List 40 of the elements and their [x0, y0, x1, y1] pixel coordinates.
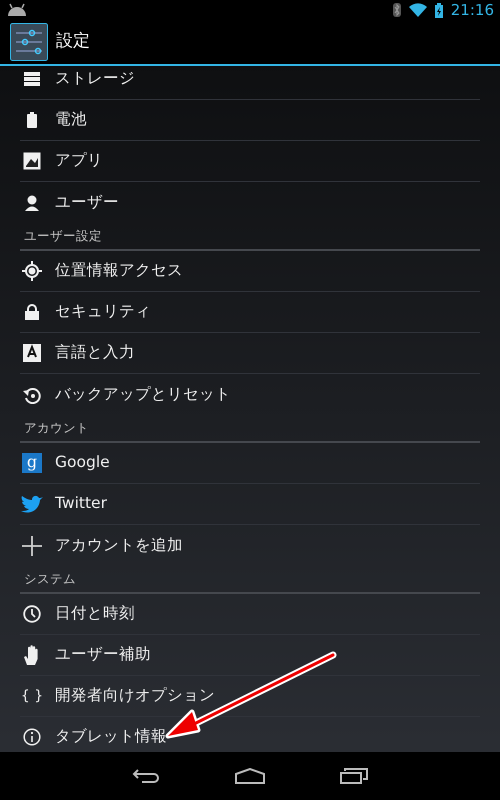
clock-time: 21:16 — [450, 0, 494, 21]
lock-icon — [25, 304, 39, 320]
storage-icon — [24, 72, 40, 86]
settings-icon — [10, 23, 48, 61]
settings-item[interactable]: アプリ — [20, 141, 480, 182]
settings-item[interactable]: g Google — [20, 443, 480, 484]
settings-item[interactable]: アカウントを追加 — [20, 525, 480, 566]
battery-icon — [434, 2, 443, 18]
settings-item[interactable]: ユーザー補助 — [20, 635, 480, 676]
settings-item[interactable]: ストレージ — [20, 66, 480, 100]
info-icon — [23, 728, 41, 746]
wifi-icon — [408, 3, 427, 17]
section-header: システム — [20, 566, 480, 594]
bluetooth-icon — [392, 3, 401, 17]
plus-icon — [22, 536, 42, 556]
settings-item[interactable]: 言語と入力 — [20, 333, 480, 374]
bird-icon — [21, 495, 43, 513]
settings-item[interactable]: セキュリティ — [20, 292, 480, 333]
clock-icon — [23, 605, 41, 623]
settings-item[interactable]: Twitter — [20, 484, 480, 525]
image-icon — [23, 152, 41, 170]
braces-icon: { } — [20, 686, 44, 706]
section-header: アカウント — [20, 415, 480, 443]
section-header: ユーザー設定 — [20, 223, 480, 251]
settings-item[interactable]: 電池 — [20, 100, 480, 141]
battery-icon — [27, 112, 37, 128]
back-icon — [132, 768, 160, 784]
settings-item[interactable]: バックアップとリセット — [20, 374, 480, 415]
settings-item[interactable]: 日付と時刻 — [20, 594, 480, 635]
user-icon — [24, 194, 40, 210]
settings-item[interactable]: 位置情報アクセス — [20, 251, 480, 292]
home-icon — [235, 768, 265, 784]
screen-title: 設定 — [56, 30, 90, 54]
recents-icon — [340, 768, 368, 784]
settings-item[interactable]: ユーザー — [20, 182, 480, 223]
location-icon — [22, 261, 42, 281]
keyboard-icon — [23, 344, 41, 362]
restore-icon — [23, 386, 41, 404]
android-icon — [6, 3, 28, 17]
google-icon: g — [22, 453, 42, 473]
